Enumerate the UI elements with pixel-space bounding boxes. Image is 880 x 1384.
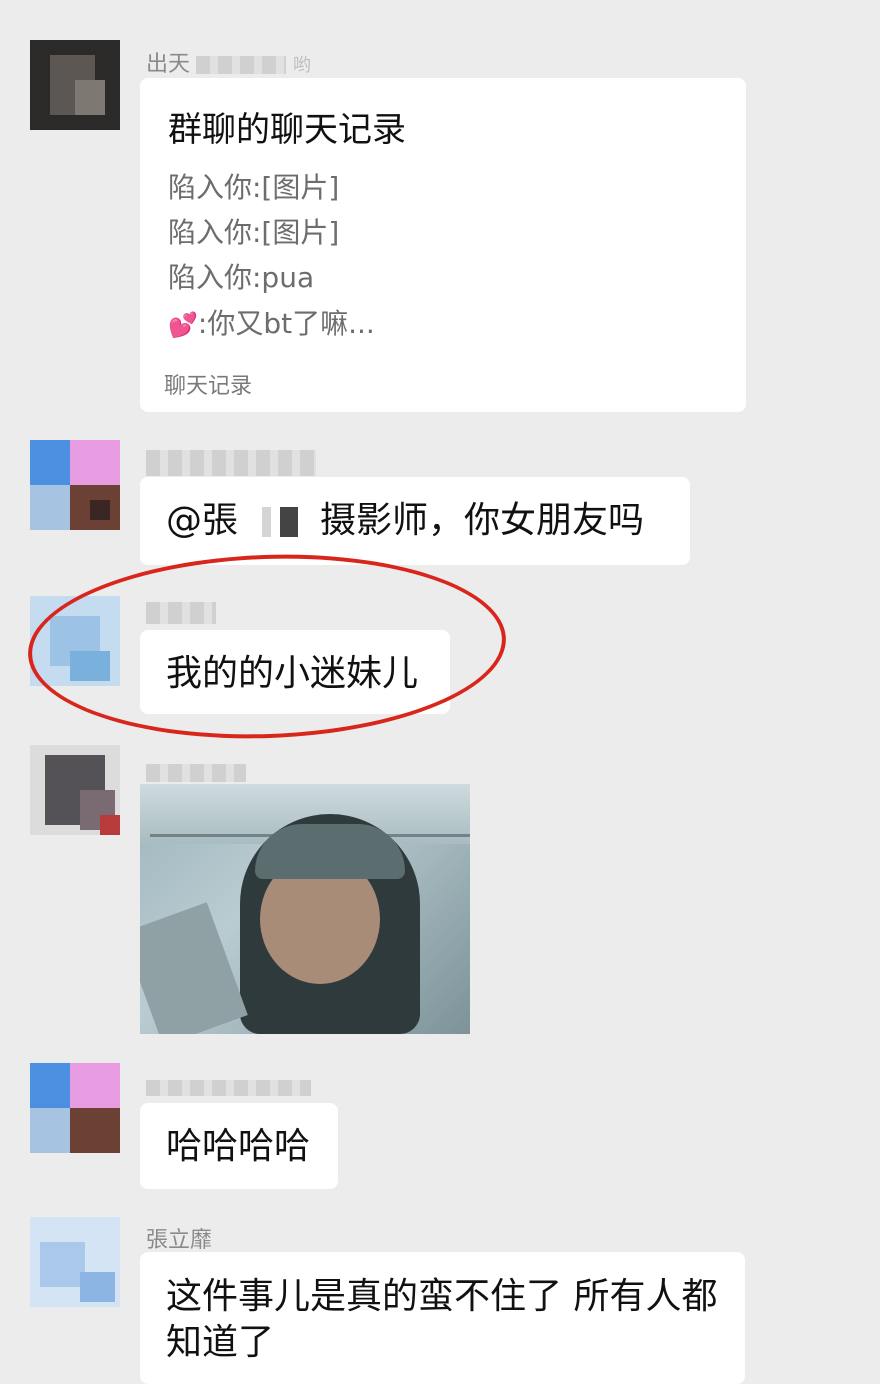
meme-photo[interactable] bbox=[140, 784, 470, 1034]
sender-name: 出天 哟 bbox=[146, 52, 312, 77]
card-line: 陷入你:[图片] bbox=[168, 171, 340, 204]
chat-bubble[interactable]: 哈哈哈哈 bbox=[140, 1103, 338, 1189]
chat-record-card[interactable]: 群聊的聊天记录 陷入你:[图片] 陷入你:[图片] 陷入你:pua 💕:你又bt… bbox=[140, 78, 746, 412]
sender-name: 張立靡 bbox=[146, 1228, 213, 1253]
hearts-emoji-icon: 💕 bbox=[168, 311, 198, 339]
avatar[interactable] bbox=[30, 40, 120, 130]
card-line: 陷入你:pua bbox=[168, 261, 315, 294]
sender-name bbox=[146, 760, 246, 785]
avatar[interactable] bbox=[30, 1217, 120, 1307]
chat-bubble[interactable]: @張 摄影师，你女朋友吗 bbox=[140, 477, 690, 565]
highlight-circle bbox=[24, 546, 510, 747]
avatar[interactable] bbox=[30, 1063, 120, 1153]
redacted-mark bbox=[238, 507, 299, 537]
avatar[interactable] bbox=[30, 745, 120, 835]
card-line: 陷入你:[图片] bbox=[168, 216, 340, 249]
sender-name bbox=[146, 1075, 311, 1100]
sender-name bbox=[146, 450, 316, 476]
avatar[interactable] bbox=[30, 440, 120, 530]
chat-bubble[interactable]: 这件事儿是真的蛮不住了 所有人都 知道了 bbox=[140, 1252, 745, 1384]
card-line: 💕:你又bt了嘛... bbox=[168, 307, 375, 340]
card-title: 群聊的聊天记录 bbox=[168, 110, 406, 150]
card-footer: 聊天记录 bbox=[164, 374, 253, 399]
